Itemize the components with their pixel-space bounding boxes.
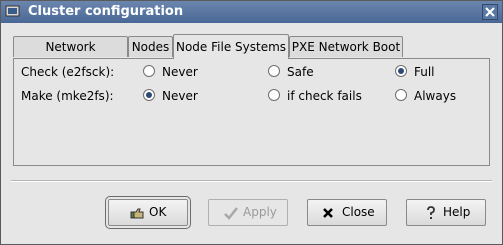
question-icon [427,206,435,219]
x-icon [323,208,333,218]
close-icon[interactable] [482,4,498,20]
tab-network-properties[interactable]: Network properties [13,36,128,74]
radio-circle-selected [395,65,407,77]
check-label: Check (e2fsck): [21,65,115,79]
radio-circle [143,65,155,77]
window-title: Cluster configuration [28,4,184,19]
tab-pxe-network-boot[interactable]: PXE Network Boot [289,36,403,57]
radio-circle-selected [143,89,155,101]
tab-nodes[interactable]: Nodes [128,36,173,57]
close-button[interactable]: Close [307,199,387,226]
title-bar[interactable]: Cluster configuration [1,1,502,23]
separator [11,180,492,182]
apply-button[interactable]: Apply [208,199,288,226]
ok-hand-icon [130,208,144,219]
help-button[interactable]: Help [406,199,486,226]
checkmark-icon [224,207,238,220]
radio-circle [268,65,280,77]
make-label: Make (mke2fs): [21,89,114,103]
radio-circle [395,89,407,101]
cluster-icon [5,5,20,17]
ok-button[interactable]: OK [105,196,191,229]
radio-circle [268,89,280,101]
cluster-configuration-window: Cluster configuration Network properties… [0,0,503,245]
tab-node-file-systems[interactable]: Node File Systems [173,34,289,59]
